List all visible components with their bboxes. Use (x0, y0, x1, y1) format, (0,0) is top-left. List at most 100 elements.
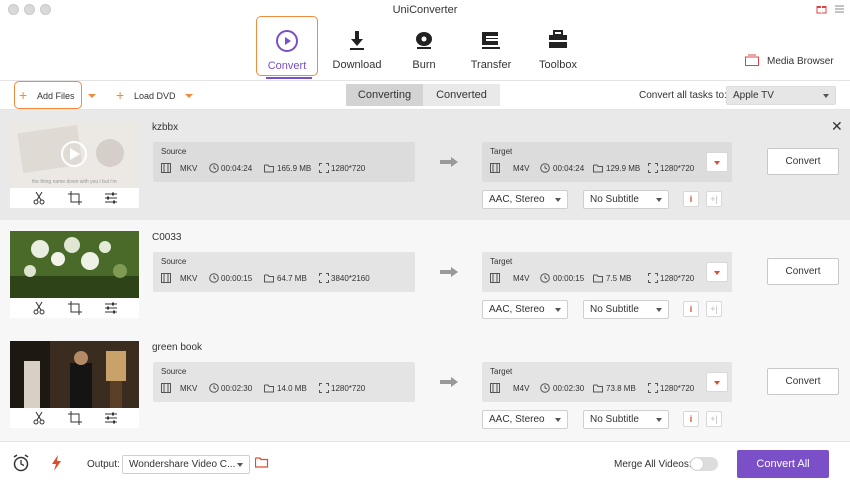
target-label: Target (490, 147, 513, 156)
effects-sliders-icon[interactable] (104, 301, 118, 315)
chevron-down-icon (656, 308, 662, 312)
close-icon[interactable]: ✕ (831, 118, 843, 135)
convert-button[interactable]: Convert (767, 368, 839, 395)
crop-icon[interactable] (68, 301, 82, 315)
chevron-down-icon (237, 463, 243, 467)
burn-icon (412, 28, 436, 52)
subtitle-select[interactable]: No Subtitle (583, 410, 669, 429)
convert-button[interactable]: Convert (767, 258, 839, 285)
menu-icon[interactable] (834, 3, 845, 17)
source-size: 14.0 MB (277, 384, 307, 393)
folder-icon (264, 383, 274, 393)
nav-toolbox-label: Toolbox (539, 59, 577, 71)
resolution-icon (319, 273, 329, 283)
target-size: 129.9 MB (606, 164, 641, 173)
clock-icon (209, 163, 219, 173)
nav-convert[interactable]: Convert (256, 16, 318, 76)
audio-select[interactable]: AAC, Stereo (482, 190, 568, 209)
subtitle-select[interactable]: No Subtitle (583, 190, 669, 209)
tab-converting[interactable]: Converting (346, 84, 423, 106)
target-info: Target M4V 00:00:15 7.5 MB 1280*720 (482, 252, 732, 292)
subtitle-select[interactable]: No Subtitle (583, 300, 669, 319)
merge-icon[interactable]: +| (706, 191, 722, 207)
target-format: M4V (513, 274, 530, 283)
alarm-clock-icon[interactable] (12, 454, 30, 472)
add-files-dropdown-icon[interactable] (88, 94, 96, 98)
plus-icon: + (19, 87, 28, 103)
nav-transfer-label: Transfer (470, 59, 512, 71)
effects-sliders-icon[interactable] (104, 191, 118, 205)
nav-active-indicator (266, 77, 312, 79)
source-duration: 00:04:24 (221, 164, 253, 173)
source-duration: 00:00:15 (221, 274, 253, 283)
info-button[interactable]: i (683, 301, 699, 317)
clock-icon (209, 383, 219, 393)
target-size: 7.5 MB (606, 274, 632, 283)
thumbnail-caption: the thing name down with you i but i'm (32, 179, 117, 185)
target-format-dropdown[interactable] (706, 372, 728, 392)
media-browser-label: Media Browser (767, 56, 834, 67)
trim-scissors-icon[interactable] (32, 191, 46, 205)
file-name: green book (152, 342, 203, 353)
source-label: Source (161, 367, 187, 376)
merge-all-toggle[interactable] (690, 457, 718, 471)
convert-button[interactable]: Convert (767, 148, 839, 175)
info-button[interactable]: i (683, 191, 699, 207)
load-dvd-dropdown-icon[interactable] (185, 94, 193, 98)
video-thumbnail[interactable]: the thing name down with you i but i'm (10, 121, 139, 188)
tab-converted[interactable]: Converted (423, 84, 500, 106)
folder-icon (593, 273, 603, 283)
nav-download[interactable]: Download (326, 16, 388, 76)
arrow-right-icon (440, 157, 458, 167)
file-name: C0033 (152, 232, 182, 243)
film-icon (490, 163, 500, 173)
source-size: 165.9 MB (277, 164, 312, 173)
output-label: Output: (87, 459, 120, 470)
effects-sliders-icon[interactable] (104, 411, 118, 425)
audio-select[interactable]: AAC, Stereo (482, 300, 568, 319)
load-dvd-button[interactable]: Load DVD (134, 91, 176, 101)
output-folder-select[interactable]: Wondershare Video C... (122, 455, 250, 474)
source-size: 64.7 MB (277, 274, 307, 283)
file-name: kzbbx (152, 122, 179, 133)
merge-all-label: Merge All Videos: (614, 459, 692, 470)
convert-all-button[interactable]: Convert All (737, 450, 829, 478)
source-info: Source MKV 00:00:15 64.7 MB 3840*2160 (153, 252, 415, 292)
folder-open-icon[interactable] (254, 456, 273, 474)
action-bar: + Add Files + Load DVD Converting Conver… (0, 80, 850, 110)
nav-toolbox[interactable]: Toolbox (527, 16, 589, 76)
trim-scissors-icon[interactable] (32, 301, 46, 315)
crop-icon[interactable] (68, 411, 82, 425)
convert-all-format-select[interactable]: Apple TV (726, 86, 836, 105)
target-format-dropdown[interactable] (706, 262, 728, 282)
clock-icon (540, 383, 550, 393)
target-size: 73.8 MB (606, 384, 636, 393)
merge-icon[interactable]: +| (706, 301, 722, 317)
folder-icon (264, 163, 274, 173)
download-icon (345, 28, 369, 52)
nav-transfer[interactable]: Transfer (460, 16, 522, 76)
target-format-dropdown[interactable] (706, 152, 728, 172)
trim-scissors-icon[interactable] (32, 411, 46, 425)
thumbnail-toolbar (10, 408, 139, 428)
merge-icon[interactable]: +| (706, 411, 722, 427)
info-button[interactable]: i (683, 411, 699, 427)
nav-burn[interactable]: Burn (393, 16, 455, 76)
film-icon (161, 163, 171, 173)
lightning-icon[interactable] (48, 454, 66, 472)
crop-icon[interactable] (68, 191, 82, 205)
video-thumbnail[interactable] (10, 231, 139, 298)
arrow-right-icon (440, 377, 458, 387)
audio-select[interactable]: AAC, Stereo (482, 410, 568, 429)
gift-icon[interactable] (816, 3, 827, 17)
target-resolution: 1280*720 (660, 164, 695, 173)
output-folder-value: Wondershare Video C... (129, 459, 236, 470)
target-duration: 00:00:15 (553, 274, 585, 283)
chevron-down-icon (714, 381, 720, 385)
add-files-button[interactable]: + Add Files (14, 81, 82, 109)
source-label: Source (161, 257, 187, 266)
file-row: green book Source MKV 00:02:30 14.0 MB 1… (0, 330, 850, 441)
video-thumbnail[interactable] (10, 341, 139, 408)
source-label: Source (161, 147, 187, 156)
source-resolution: 3840*2160 (331, 274, 370, 283)
